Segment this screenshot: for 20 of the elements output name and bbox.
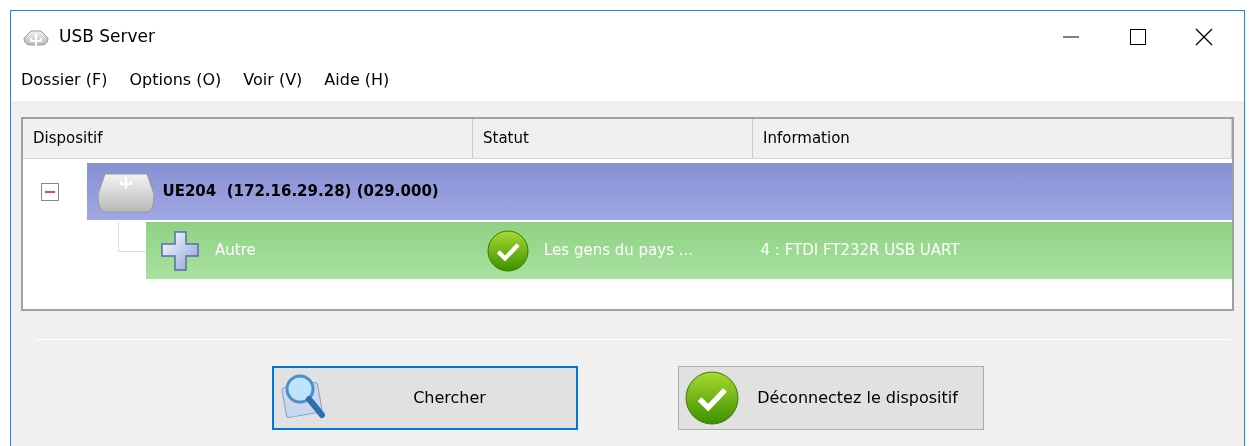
check-icon bbox=[684, 371, 739, 425]
menu-item[interactable]: Aide (H) bbox=[324, 68, 390, 92]
search-button[interactable]: Chercher bbox=[271, 366, 578, 430]
window-title: USB Server bbox=[59, 25, 156, 49]
column-header[interactable]: Statut bbox=[473, 119, 753, 158]
column-header[interactable]: Dispositif bbox=[23, 119, 473, 158]
collapse-toggle[interactable] bbox=[41, 182, 59, 201]
device-info: 4 : FTDI FT232R USB UART bbox=[760, 240, 960, 262]
tree-row[interactable]: UE204 (172.16.29.28) (029.000) bbox=[87, 163, 1232, 220]
menu-item[interactable]: Dossier (F) bbox=[21, 68, 108, 92]
disconnect-button[interactable]: Déconnectez le dispositif bbox=[677, 366, 984, 430]
menu-item[interactable]: Voir (V) bbox=[243, 68, 303, 92]
device-name: Autre bbox=[215, 240, 256, 262]
status-text: Les gens du pays ... bbox=[544, 240, 694, 262]
hub-name: UE204 (172.16.29.28) (029.000) bbox=[162, 181, 439, 203]
menu-item[interactable]: Options (O) bbox=[129, 68, 222, 92]
hub-icon bbox=[23, 27, 49, 47]
column-header[interactable]: Information bbox=[753, 119, 1232, 158]
plus-icon bbox=[160, 228, 200, 273]
check-icon bbox=[487, 229, 529, 272]
